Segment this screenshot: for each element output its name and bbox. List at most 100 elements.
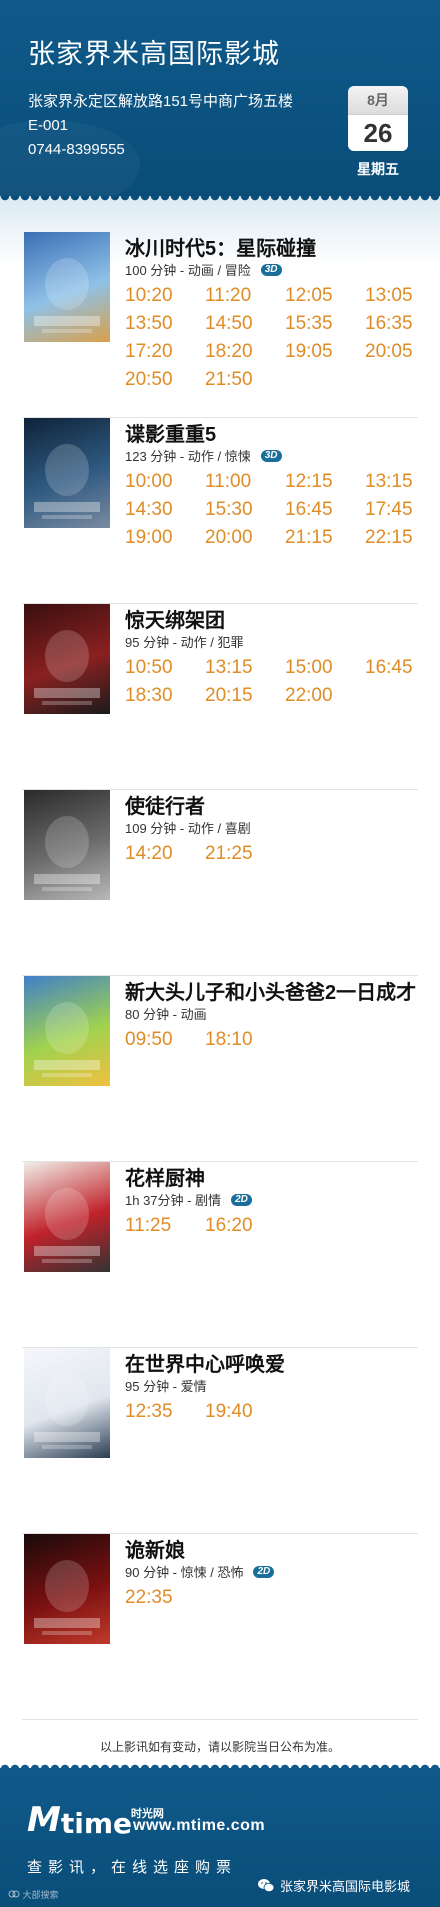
movie-duration-genre: 90 分钟 - 惊悚 / 恐怖 [125,1565,244,1580]
showtime[interactable]: 19:05 [285,340,365,363]
movie-info: 109 分钟 - 动作 / 喜剧 [125,818,251,837]
cinema-phone[interactable]: 0744-8399555 [28,141,125,158]
movie-title[interactable]: 在世界中心呼唤爱 [125,1348,285,1377]
showtimes-grid: 10:00 11:00 12:15 13:15 14:30 15:30 16:45 17:45… [125,470,425,549]
movie-title[interactable]: 诡新娘 [125,1534,185,1563]
showtime[interactable]: 20:00 [205,526,285,549]
movie-item[interactable]: 新大头儿子和小头爸爸2一日成才 80 分钟 - 动画 09:50 18:10 [0,976,440,1162]
movie-item[interactable]: 谍影重重5 123 分钟 - 动作 / 惊悚 3D 10:00 11:00 12:15 13… [0,418,440,604]
movie-info: 1h 37分钟 - 剧情 2D [125,1190,252,1209]
showtime[interactable]: 19:00 [125,526,205,549]
movie-info: 100 分钟 - 动画 / 冒险 3D [125,260,282,279]
showtime[interactable]: 13:15 [365,470,440,493]
showtime[interactable]: 15:35 [285,312,365,335]
movie-title[interactable]: 花样厨神 [125,1162,205,1191]
format-badge: 3D [260,263,282,276]
ghost-bride-poster[interactable] [24,1534,110,1644]
cinema-header: 张家界米高国际影城 张家界永定区解放路151号中商广场五楼E-001 0744-… [0,0,440,196]
movie-duration-genre: 1h 37分钟 - 剧情 [125,1193,222,1208]
format-badge: 2D [253,1565,275,1578]
big-head-son-poster[interactable] [24,976,110,1086]
chef-poster[interactable] [24,1162,110,1272]
showtime[interactable]: 19:40 [205,1400,285,1423]
showtimes-grid: 22:35 [125,1586,425,1609]
line-walker-poster[interactable] [24,790,110,900]
showtime[interactable]: 13:15 [205,656,285,679]
movie-title[interactable]: 谍影重重5 [125,418,216,447]
showtime[interactable]: 18:20 [205,340,285,363]
poster-art [34,816,100,891]
movie-separator [22,1719,418,1720]
calendar-day: 26 [348,114,408,151]
showtimes-grid: 09:50 18:10 [125,1028,425,1051]
showtime[interactable]: 17:45 [365,498,440,521]
showtime[interactable]: 16:45 [285,498,365,521]
showtime[interactable]: 09:50 [125,1028,205,1051]
showtime[interactable]: 12:15 [285,470,365,493]
showtime[interactable]: 21:25 [205,842,285,865]
showtime[interactable]: 22:15 [365,526,440,549]
movie-item[interactable]: 花样厨神 1h 37分钟 - 剧情 2D 11:25 16:20 [0,1162,440,1348]
showtime[interactable]: 14:50 [205,312,285,335]
showtime[interactable]: 22:35 [125,1586,205,1609]
watermark-icon [8,1890,20,1898]
movie-duration-genre: 95 分钟 - 爱情 [125,1379,207,1394]
showtime[interactable]: 14:20 [125,842,205,865]
showtime[interactable]: 16:45 [365,656,440,679]
showtime[interactable]: 11:20 [205,284,285,307]
showtime[interactable]: 22:00 [285,684,365,707]
movie-title[interactable]: 冰川时代5：星际碰撞 [125,232,316,261]
showtime[interactable]: 13:05 [365,284,440,307]
movie-info: 95 分钟 - 动作 / 犯罪 [125,632,243,651]
showtime[interactable]: 18:30 [125,684,205,707]
movie-info: 90 分钟 - 惊悚 / 恐怖 2D [125,1562,275,1581]
showtime[interactable]: 20:50 [125,368,205,391]
movie-title[interactable]: 新大头儿子和小头爸爸2一日成才 [125,976,416,1005]
showtime[interactable]: 16:20 [205,1214,285,1237]
showtime[interactable]: 10:50 [125,656,205,679]
showtime[interactable]: 21:50 [205,368,285,391]
header-scallop-edge [0,196,440,203]
site-url[interactable]: www.mtime.com [133,1817,265,1835]
showtime[interactable]: 21:15 [285,526,365,549]
showtime[interactable]: 20:05 [365,340,440,363]
showtimes-grid: 14:20 21:25 [125,842,425,865]
showtime[interactable]: 12:35 [125,1400,205,1423]
movie-item[interactable]: 在世界中心呼唤爱 95 分钟 - 爱情 12:35 19:40 [0,1348,440,1534]
watermark: 大部搜索 [8,1888,59,1901]
poster-art [34,1374,100,1449]
movie-title[interactable]: 惊天绑架团 [125,604,225,633]
kidnapping-poster[interactable] [24,604,110,714]
mtime-logo[interactable]: M time 时光网 [27,1800,164,1840]
crying-out-love-poster[interactable] [24,1348,110,1458]
showtime[interactable]: 16:35 [365,312,440,335]
showtime[interactable]: 10:20 [125,284,205,307]
movie-info: 123 分钟 - 动作 / 惊悚 3D [125,446,282,465]
poster-art [34,630,100,705]
showtime[interactable]: 10:00 [125,470,205,493]
jason-bourne-poster[interactable] [24,418,110,528]
showtime[interactable]: 11:25 [125,1214,205,1237]
showtime[interactable]: 18:10 [205,1028,285,1051]
cinema-address: 张家界永定区解放路151号中商广场五楼E-001 [28,93,294,134]
movie-item[interactable]: 诡新娘 90 分钟 - 惊悚 / 恐怖 2D 22:35 [0,1534,440,1720]
poster-art [34,444,100,519]
movie-duration-genre: 80 分钟 - 动画 [125,1007,207,1022]
showtime[interactable]: 15:30 [205,498,285,521]
mtime-footer: M time 时光网 www.mtime.com 查影讯，在线选座购票 张家界米… [0,1762,440,1907]
ice-age-poster[interactable] [24,232,110,342]
movie-title[interactable]: 使徒行者 [125,790,205,819]
watermark-text: 大部搜索 [22,1890,59,1900]
showtime[interactable]: 17:20 [125,340,205,363]
showtime[interactable]: 20:15 [205,684,285,707]
movie-item[interactable]: 惊天绑架团 95 分钟 - 动作 / 犯罪 10:50 13:15 15:00 16:45… [0,604,440,790]
showtime[interactable]: 12:05 [285,284,365,307]
movie-item[interactable]: 冰川时代5：星际碰撞 100 分钟 - 动画 / 冒险 3D 10:20 11:20 12… [0,232,440,418]
date-calendar: 8月 26 星期五 [348,86,408,179]
showtime[interactable]: 15:00 [285,656,365,679]
showtime[interactable]: 14:30 [125,498,205,521]
showtime[interactable]: 11:00 [205,470,285,493]
movie-info: 95 分钟 - 爱情 [125,1376,207,1395]
showtime[interactable]: 13:50 [125,312,205,335]
movie-item[interactable]: 使徒行者 109 分钟 - 动作 / 喜剧 14:20 21:25 [0,790,440,976]
